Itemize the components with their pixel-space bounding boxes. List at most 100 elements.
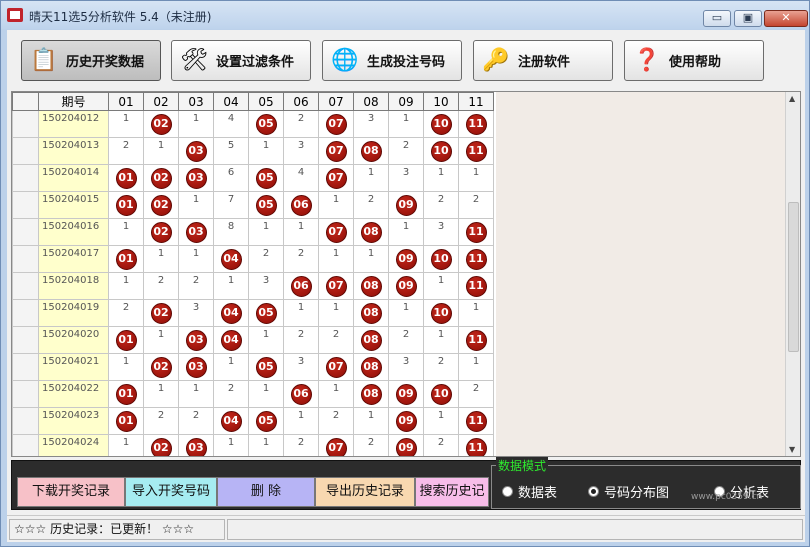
hit-number-cell[interactable]: 11 bbox=[458, 137, 494, 165]
hit-number-cell[interactable]: 04 bbox=[213, 299, 249, 327]
miss-count-cell[interactable]: 2 bbox=[283, 326, 319, 354]
hit-number-cell[interactable]: 05 bbox=[248, 353, 284, 381]
miss-count-cell[interactable]: 2 bbox=[283, 245, 319, 273]
miss-count-cell[interactable]: 1 bbox=[423, 272, 459, 300]
miss-count-cell[interactable]: 1 bbox=[248, 380, 284, 408]
table-row[interactable]: 150204023 01 2 2 04 05 1 2 1 09 1 11 bbox=[12, 407, 494, 435]
scroll-up-icon[interactable]: ▲ bbox=[789, 94, 795, 103]
scroll-thumb[interactable] bbox=[788, 202, 799, 352]
hit-number-cell[interactable]: 08 bbox=[353, 380, 389, 408]
hit-number-cell[interactable]: 03 bbox=[178, 434, 214, 456]
table-row[interactable]: 150204012 1 02 1 4 05 2 07 3 1 10 11 bbox=[12, 110, 494, 138]
row-selector[interactable] bbox=[12, 353, 39, 381]
hit-number-cell[interactable]: 01 bbox=[108, 326, 144, 354]
miss-count-cell[interactable]: 2 bbox=[388, 137, 424, 165]
header-number[interactable]: 05 bbox=[248, 92, 284, 111]
hit-number-cell[interactable]: 11 bbox=[458, 272, 494, 300]
miss-count-cell[interactable]: 1 bbox=[143, 137, 179, 165]
miss-count-cell[interactable]: 1 bbox=[143, 380, 179, 408]
hit-number-cell[interactable]: 05 bbox=[248, 164, 284, 192]
miss-count-cell[interactable]: 1 bbox=[178, 380, 214, 408]
miss-count-cell[interactable]: 2 bbox=[178, 407, 214, 435]
toolbar-button-2[interactable]: 🛠 设置过滤条件 bbox=[171, 40, 311, 81]
hit-number-cell[interactable]: 02 bbox=[143, 191, 179, 219]
header-number[interactable]: 10 bbox=[423, 92, 459, 111]
hit-number-cell[interactable]: 02 bbox=[143, 110, 179, 138]
hit-number-cell[interactable]: 08 bbox=[353, 299, 389, 327]
miss-count-cell[interactable]: 3 bbox=[423, 218, 459, 246]
miss-count-cell[interactable]: 1 bbox=[283, 407, 319, 435]
scroll-down-icon[interactable]: ▼ bbox=[789, 445, 795, 454]
table-row[interactable]: 150204016 1 02 03 8 1 1 07 08 1 3 11 bbox=[12, 218, 494, 246]
hit-number-cell[interactable]: 11 bbox=[458, 245, 494, 273]
action-button-3[interactable]: 删 除 bbox=[217, 477, 315, 507]
row-selector[interactable] bbox=[12, 272, 39, 300]
issue-cell[interactable]: 150204015 bbox=[38, 191, 109, 219]
toolbar-button-3[interactable]: 🌐 生成投注号码 bbox=[322, 40, 462, 81]
toolbar-button-4[interactable]: 🔑 注册软件 bbox=[473, 40, 613, 81]
hit-number-cell[interactable]: 05 bbox=[248, 191, 284, 219]
hit-number-cell[interactable]: 10 bbox=[423, 137, 459, 165]
miss-count-cell[interactable]: 1 bbox=[108, 110, 144, 138]
miss-count-cell[interactable]: 1 bbox=[353, 245, 389, 273]
hit-number-cell[interactable]: 07 bbox=[318, 353, 354, 381]
hit-number-cell[interactable]: 11 bbox=[458, 407, 494, 435]
header-number[interactable]: 07 bbox=[318, 92, 354, 111]
miss-count-cell[interactable]: 8 bbox=[213, 218, 249, 246]
miss-count-cell[interactable]: 1 bbox=[353, 407, 389, 435]
hit-number-cell[interactable]: 02 bbox=[143, 434, 179, 456]
hit-number-cell[interactable]: 09 bbox=[388, 191, 424, 219]
header-number[interactable]: 02 bbox=[143, 92, 179, 111]
miss-count-cell[interactable]: 3 bbox=[388, 164, 424, 192]
hit-number-cell[interactable]: 03 bbox=[178, 137, 214, 165]
table-row[interactable]: 150204022 01 1 1 2 1 06 1 08 09 10 2 bbox=[12, 380, 494, 408]
table-row[interactable]: 150204024 1 02 03 1 1 2 07 2 09 2 11 bbox=[12, 434, 494, 456]
miss-count-cell[interactable]: 2 bbox=[318, 326, 354, 354]
miss-count-cell[interactable]: 7 bbox=[213, 191, 249, 219]
hit-number-cell[interactable]: 09 bbox=[388, 245, 424, 273]
hit-number-cell[interactable]: 07 bbox=[318, 218, 354, 246]
miss-count-cell[interactable]: 4 bbox=[213, 110, 249, 138]
table-row[interactable]: 150204013 2 1 03 5 1 3 07 08 2 10 11 bbox=[12, 137, 494, 165]
miss-count-cell[interactable]: 2 bbox=[423, 353, 459, 381]
miss-count-cell[interactable]: 3 bbox=[353, 110, 389, 138]
miss-count-cell[interactable]: 1 bbox=[143, 245, 179, 273]
miss-count-cell[interactable]: 1 bbox=[248, 434, 284, 456]
issue-cell[interactable]: 150204024 bbox=[38, 434, 109, 456]
miss-count-cell[interactable]: 1 bbox=[318, 299, 354, 327]
miss-count-cell[interactable]: 2 bbox=[283, 434, 319, 456]
hit-number-cell[interactable]: 03 bbox=[178, 218, 214, 246]
hit-number-cell[interactable]: 10 bbox=[423, 380, 459, 408]
hit-number-cell[interactable]: 08 bbox=[353, 353, 389, 381]
miss-count-cell[interactable]: 1 bbox=[388, 299, 424, 327]
header-number[interactable]: 04 bbox=[213, 92, 249, 111]
hit-number-cell[interactable]: 03 bbox=[178, 326, 214, 354]
hit-number-cell[interactable]: 02 bbox=[143, 218, 179, 246]
miss-count-cell[interactable]: 2 bbox=[143, 272, 179, 300]
toolbar-button-5[interactable]: ❓ 使用帮助 bbox=[624, 40, 764, 81]
row-selector[interactable] bbox=[12, 299, 39, 327]
issue-cell[interactable]: 150204016 bbox=[38, 218, 109, 246]
hit-number-cell[interactable]: 05 bbox=[248, 110, 284, 138]
miss-count-cell[interactable]: 2 bbox=[108, 137, 144, 165]
issue-cell[interactable]: 150204021 bbox=[38, 353, 109, 381]
hit-number-cell[interactable]: 05 bbox=[248, 407, 284, 435]
miss-count-cell[interactable]: 2 bbox=[178, 272, 214, 300]
hit-number-cell[interactable]: 08 bbox=[353, 218, 389, 246]
miss-count-cell[interactable]: 1 bbox=[388, 110, 424, 138]
hit-number-cell[interactable]: 08 bbox=[353, 137, 389, 165]
hit-number-cell[interactable]: 08 bbox=[353, 326, 389, 354]
miss-count-cell[interactable]: 1 bbox=[423, 164, 459, 192]
miss-count-cell[interactable]: 1 bbox=[248, 137, 284, 165]
vertical-scrollbar[interactable]: ▲ ▼ bbox=[785, 92, 800, 456]
hit-number-cell[interactable]: 01 bbox=[108, 245, 144, 273]
hit-number-cell[interactable]: 05 bbox=[248, 299, 284, 327]
miss-count-cell[interactable]: 2 bbox=[143, 407, 179, 435]
hit-number-cell[interactable]: 11 bbox=[458, 218, 494, 246]
table-row[interactable]: 150204017 01 1 1 04 2 2 1 1 09 10 11 bbox=[12, 245, 494, 273]
hit-number-cell[interactable]: 09 bbox=[388, 434, 424, 456]
hit-number-cell[interactable]: 09 bbox=[388, 272, 424, 300]
row-selector[interactable] bbox=[12, 191, 39, 219]
hit-number-cell[interactable]: 06 bbox=[283, 272, 319, 300]
radio-icon[interactable] bbox=[502, 486, 513, 497]
